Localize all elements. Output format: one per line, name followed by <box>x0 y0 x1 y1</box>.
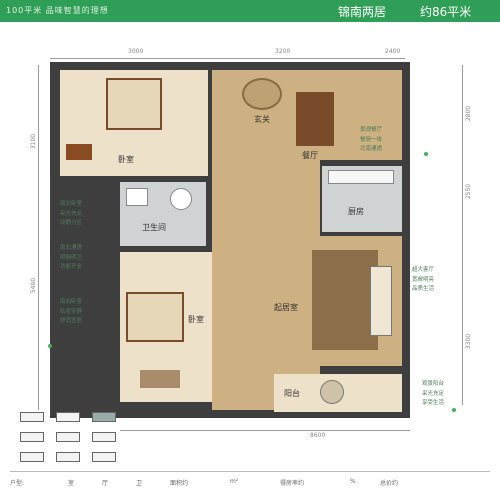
layout-area: 约86平米 <box>420 5 472 19</box>
bottom-dimension-line <box>120 430 410 431</box>
thumbnail[interactable] <box>20 432 44 442</box>
note-right-low: 观景阳台 采光充足 享受生活 <box>422 381 445 406</box>
bathroom: 卫生间 <box>120 182 206 246</box>
left-dimension-line <box>38 65 39 410</box>
bedroom-1: 卧室 <box>60 70 208 176</box>
balcony: 阳台 <box>274 374 402 412</box>
foyer-label: 玄关 <box>254 115 270 124</box>
kitchen-label: 厨房 <box>348 207 364 216</box>
thumbnail[interactable] <box>20 452 44 462</box>
dining-table <box>296 92 334 146</box>
footer-percent: % <box>350 478 356 485</box>
thumbnail[interactable] <box>56 432 80 442</box>
thumbnail[interactable] <box>20 412 44 422</box>
bottom-dimension: 8600 <box>310 432 326 439</box>
foyer-rug <box>242 78 282 110</box>
bathroom-label: 卫生间 <box>142 223 166 232</box>
note-top-right: 景观餐厅 餐厨一体 北南通透 <box>360 127 383 152</box>
note-left-c: 南向卧室 私密安静 舒适宜居 <box>60 299 83 324</box>
right-dimension-line <box>462 65 463 405</box>
footer: 户型: 室 厅 卫 面积约 m² 得房率约 % 总价约 <box>10 476 490 490</box>
kitchen-counter <box>328 170 394 184</box>
footer-label-halls: 厅 <box>102 480 109 487</box>
header-bar: 100平米 品味智慧的理想 锦南两居 约86平米 <box>0 0 500 22</box>
living-rug <box>312 250 378 350</box>
header-tagline: 100平米 品味智慧的理想 <box>6 6 109 15</box>
desk-1 <box>66 144 92 160</box>
left-dimension-1: 3100 <box>30 133 38 150</box>
footer-divider <box>10 471 490 472</box>
footer-label-rooms: 室 <box>68 480 75 487</box>
bedroom-1-label: 卧室 <box>118 155 134 164</box>
top-dimension-1: 3000 <box>128 48 144 55</box>
footer-area-unit: m² <box>230 478 239 485</box>
note-left-a: 南北卧室 采光充足 动静分区 <box>60 201 83 226</box>
bathtub <box>126 188 148 206</box>
note-right-mid: 超大客厅 宽敞明亮 品质生活 <box>412 267 435 292</box>
bedroom-2-label: 卧室 <box>188 315 204 324</box>
thumbnail[interactable] <box>56 452 80 462</box>
living-room <box>290 236 402 366</box>
bed-1 <box>106 78 162 130</box>
bed-2 <box>126 292 184 342</box>
living-label: 起居室 <box>274 303 298 312</box>
kitchen: 厨房 <box>322 166 402 232</box>
footer-label-layout: 户型: <box>10 480 25 487</box>
footer-label-baths: 卫 <box>136 480 143 487</box>
note-dot <box>424 152 428 156</box>
thumbnail[interactable] <box>92 452 116 462</box>
sofa <box>370 266 392 336</box>
footer-label-price: 总价约 <box>380 480 399 487</box>
thumbnail-selected[interactable] <box>92 412 116 422</box>
note-left-b: 南北通透 明厨明卫 功能齐全 <box>60 245 83 270</box>
balcony-table <box>320 380 344 404</box>
top-dimension-2: 3200 <box>275 48 291 55</box>
sink <box>170 188 192 210</box>
note-dot <box>48 344 52 348</box>
layout-name: 锦南两居 <box>338 5 387 19</box>
right-dimension-1: 2800 <box>465 105 473 122</box>
bedroom-2: 卧室 <box>120 252 212 402</box>
note-dot <box>452 408 456 412</box>
right-dimension-2: 2550 <box>465 183 473 200</box>
top-dimension-line <box>50 58 405 59</box>
thumbnail[interactable] <box>56 412 80 422</box>
floor-plan: 卧室 玄关 餐厅 卫生间 厨房 卧室 起居室 阳台 <box>50 62 410 418</box>
building-thumbnails <box>20 410 150 466</box>
lounge-chair <box>140 370 180 388</box>
balcony-label: 阳台 <box>284 389 300 398</box>
top-dimension-3: 2400 <box>385 48 401 55</box>
footer-label-efficiency: 得房率约 <box>280 480 305 487</box>
thumbnail[interactable] <box>92 432 116 442</box>
left-dimension-2: 5400 <box>30 277 38 294</box>
footer-label-area: 面积约 <box>170 480 189 487</box>
right-dimension-3: 3300 <box>465 333 473 350</box>
